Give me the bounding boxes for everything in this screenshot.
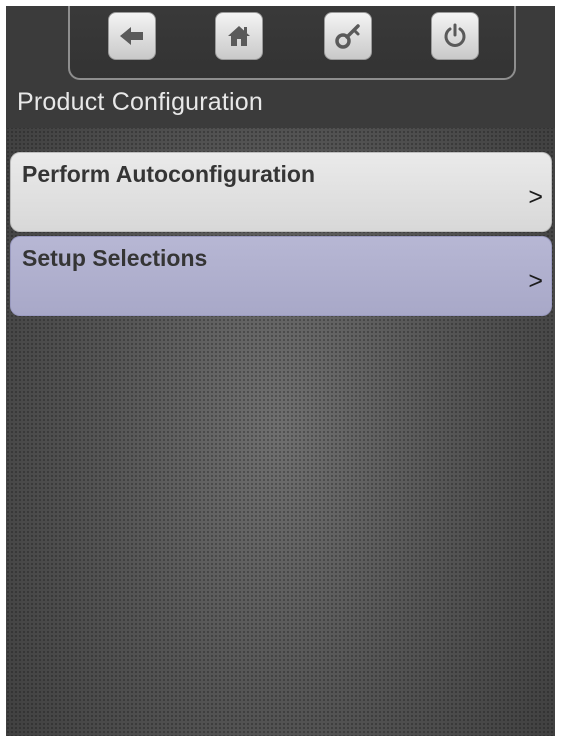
power-icon — [442, 23, 468, 49]
back-button[interactable] — [108, 12, 156, 60]
toolbar — [68, 6, 516, 80]
back-arrow-icon — [119, 25, 145, 47]
key-icon — [334, 22, 362, 50]
page-title: Product Configuration — [17, 88, 264, 116]
home-icon — [226, 24, 252, 48]
header: Product Configuration — [6, 6, 555, 128]
menu-item-label: Perform Autoconfiguration — [22, 161, 316, 187]
chevron-right-icon: > — [528, 183, 543, 211]
home-button[interactable] — [215, 12, 263, 60]
power-button[interactable] — [431, 12, 479, 60]
menu-item-label: Setup Selections — [22, 245, 208, 271]
menu-item-setup-selections[interactable]: Setup Selections > — [10, 236, 552, 316]
menu-item-perform-autoconfiguration[interactable]: Perform Autoconfiguration > — [10, 152, 552, 232]
screen-frame: Product Configuration Perform Autoconfig… — [6, 6, 555, 736]
login-button[interactable] — [324, 12, 372, 60]
chevron-right-icon: > — [528, 267, 543, 295]
